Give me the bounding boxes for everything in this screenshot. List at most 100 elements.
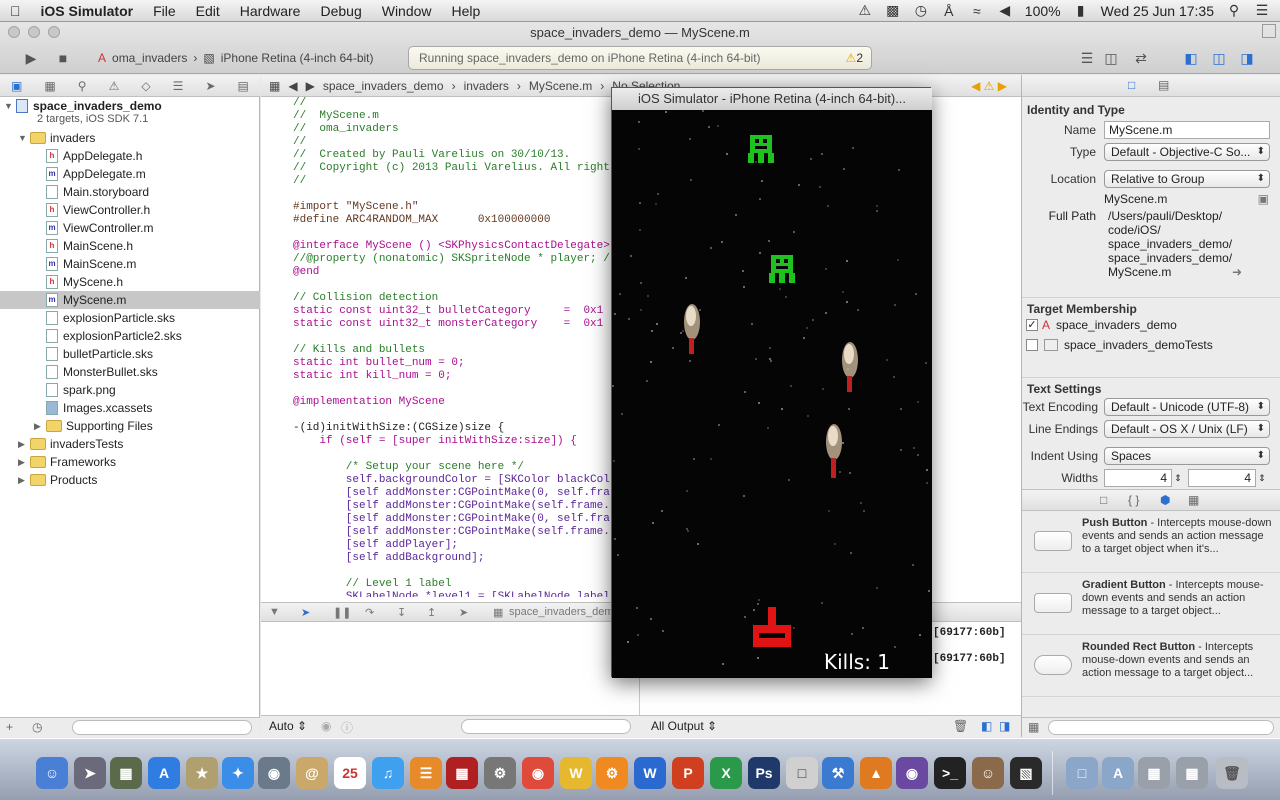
applications-folder-icon[interactable]: A (1102, 757, 1134, 789)
related-items-icon[interactable]: ▦ (269, 79, 280, 93)
calendar-icon[interactable]: 25 (334, 757, 366, 789)
navigator-item[interactable]: h ViewController.h (0, 201, 260, 219)
project-row[interactable]: ▼ space_invaders_demo (0, 99, 260, 113)
navigator-item[interactable]: ▼ invaders (0, 129, 260, 147)
notification-bell-icon[interactable]: ⚠ (857, 2, 873, 19)
disclosure-open-icon[interactable]: ▼ (4, 101, 16, 111)
simulate-location-icon[interactable]: ➤ (459, 606, 468, 619)
target-checkbox-checked[interactable]: ✓ (1026, 319, 1038, 331)
pause-icon[interactable]: ❚❚ (333, 606, 351, 619)
step-out-icon[interactable]: ↥ (427, 606, 436, 619)
console-output-popup[interactable]: All Output ⇕ (651, 719, 717, 733)
grid-view-icon[interactable]: ▦ (1028, 720, 1039, 734)
clock[interactable]: Wed 25 Jun 17:35 (1101, 3, 1214, 19)
test-navigator-icon[interactable]: ◇ (141, 79, 150, 93)
downloads-stack-icon[interactable]: ▦ (1176, 757, 1208, 789)
location-popup[interactable]: Relative to Group (1104, 170, 1270, 188)
line-endings-popup[interactable]: Default - OS X / Unix (LF) (1104, 420, 1270, 438)
disclosure-closed-icon[interactable]: ▶ (18, 475, 30, 486)
object-library-icon[interactable]: ⬢ (1160, 493, 1170, 507)
hide-debug-area-icon[interactable]: ▼ (269, 606, 280, 618)
run-button[interactable]: ▶ (18, 47, 44, 69)
navigator-item[interactable]: Main.storyboard (0, 183, 260, 201)
finder-icon[interactable]: ☺ (36, 757, 68, 789)
code-text[interactable]: //// MyScene.m// oma_invaders//// Create… (261, 97, 611, 597)
issue-navigator-icon[interactable]: ⚠ (109, 79, 120, 93)
itunes-icon[interactable]: ♫ (372, 757, 404, 789)
library-item[interactable]: Rounded Rect Button - Intercepts mouse-d… (1022, 635, 1280, 697)
camera-icon[interactable]: ◉ (258, 757, 290, 789)
xcode-icon[interactable]: ⚒ (822, 757, 854, 789)
folder-icon[interactable]: ▣ (11, 79, 22, 93)
trash-icon[interactable]: 🗑 (1216, 757, 1248, 789)
scheme-selector[interactable]: A oma_invaders › ▧ iPhone Retina (4-inch… (98, 47, 414, 69)
disclosure-closed-icon[interactable]: ▶ (34, 421, 46, 432)
debug-area-toggle-icon[interactable]: ◫ (1206, 47, 1232, 69)
debug-navigator-icon[interactable]: ☰ (173, 79, 184, 93)
navigator-item[interactable]: explosionParticle.sks (0, 309, 260, 327)
eye-icon[interactable]: ◉ (321, 719, 331, 733)
vlc-icon[interactable]: ▲ (860, 757, 892, 789)
jump-file[interactable]: MyScene.m (529, 79, 592, 93)
file-inspector-icon[interactable]: □ (1128, 78, 1135, 92)
type-popup[interactable]: Default - Objective-C So... (1104, 143, 1270, 161)
navigator-filter-input[interactable] (72, 720, 252, 735)
powerpoint-icon[interactable]: P (672, 757, 704, 789)
ibooks-icon[interactable]: ☰ (410, 757, 442, 789)
ios-simulator-icon[interactable]: ▧ (1010, 757, 1042, 789)
back-icon[interactable]: ◀ (288, 79, 297, 93)
documents-folder-icon[interactable]: □ (1066, 757, 1098, 789)
navigator-item[interactable]: m MainScene.m (0, 255, 260, 273)
menu-debug[interactable]: Debug (310, 3, 371, 19)
game-screen[interactable]: Kills: 1 (612, 110, 932, 678)
navigator-item[interactable]: ▶ invadersTests (0, 435, 260, 453)
disclosure-closed-icon[interactable]: ▶ (18, 439, 30, 450)
library-filter-input[interactable] (1048, 720, 1274, 735)
tab-width-field[interactable]: 4 (1104, 469, 1172, 487)
activity-viewer[interactable]: Running space_invaders_demo on iPhone Re… (408, 46, 872, 70)
folder-reveal-icon[interactable]: ▣ (1258, 192, 1269, 206)
apple-icon[interactable]:  (0, 3, 31, 19)
menu-app[interactable]: iOS Simulator (31, 3, 144, 19)
settings-gear-icon[interactable]: ⚙ (596, 757, 628, 789)
version-editor-icon[interactable]: ⇄ (1128, 47, 1154, 69)
terminal-icon[interactable]: >_ (934, 757, 966, 789)
utilities-toggle-icon[interactable]: ◨ (1234, 47, 1260, 69)
battery-icon[interactable]: ▮ (1073, 2, 1089, 19)
step-in-icon[interactable]: ↧ (397, 606, 406, 619)
step-over-icon[interactable]: ↷ (365, 606, 374, 619)
menu-hardware[interactable]: Hardware (230, 3, 311, 19)
app-icon[interactable]: ☺ (972, 757, 1004, 789)
navigator-item[interactable]: h MyScene.h (0, 273, 260, 291)
disclosure-closed-icon[interactable]: ▶ (18, 457, 30, 468)
eclipse-icon[interactable]: ◉ (896, 757, 928, 789)
menu-help[interactable]: Help (442, 3, 491, 19)
navigator-item[interactable]: ▶ Products (0, 471, 260, 489)
navigator-item[interactable]: spark.png (0, 381, 260, 399)
volume-icon[interactable]: ◀ (997, 2, 1013, 19)
fullscreen-icon[interactable] (1262, 24, 1276, 38)
variables-filter-input[interactable] (461, 719, 631, 734)
notification-center-icon[interactable]: ☰ (1254, 2, 1270, 19)
forward-icon[interactable]: ▶ (306, 79, 315, 93)
safari-icon[interactable]: ✦ (222, 757, 254, 789)
system-preferences-icon[interactable]: ⚙ (484, 757, 516, 789)
file-template-icon[interactable]: □ (1100, 493, 1107, 507)
assistant-editor-icon[interactable]: ◫ (1098, 47, 1124, 69)
navigator-item[interactable]: explosionParticle2.sks (0, 327, 260, 345)
quick-help-icon[interactable]: ▤ (1158, 78, 1169, 92)
menu-edit[interactable]: Edit (186, 3, 230, 19)
breakpoints-toggle-icon[interactable]: ➤ (301, 606, 310, 619)
navigator-item[interactable]: ▶ Frameworks (0, 453, 260, 471)
dashboard-icon[interactable]: ▦ (110, 757, 142, 789)
contacts-icon[interactable]: @ (296, 757, 328, 789)
spotlight-search-icon[interactable]: ⚲ (1226, 2, 1242, 19)
transmit-icon[interactable]: W (560, 757, 592, 789)
breakpoint-navigator-icon[interactable]: ➤ (205, 79, 215, 93)
navigator-item[interactable]: MonsterBullet.sks (0, 363, 260, 381)
navigator-item[interactable]: ▶ Supporting Files (0, 417, 260, 435)
split-right-icon[interactable]: ◨ (999, 719, 1010, 733)
wifi-icon[interactable]: ≈ (969, 3, 985, 19)
battery-percent[interactable]: 100% (1025, 3, 1061, 19)
standard-editor-icon[interactable]: ☰ (1074, 47, 1100, 69)
